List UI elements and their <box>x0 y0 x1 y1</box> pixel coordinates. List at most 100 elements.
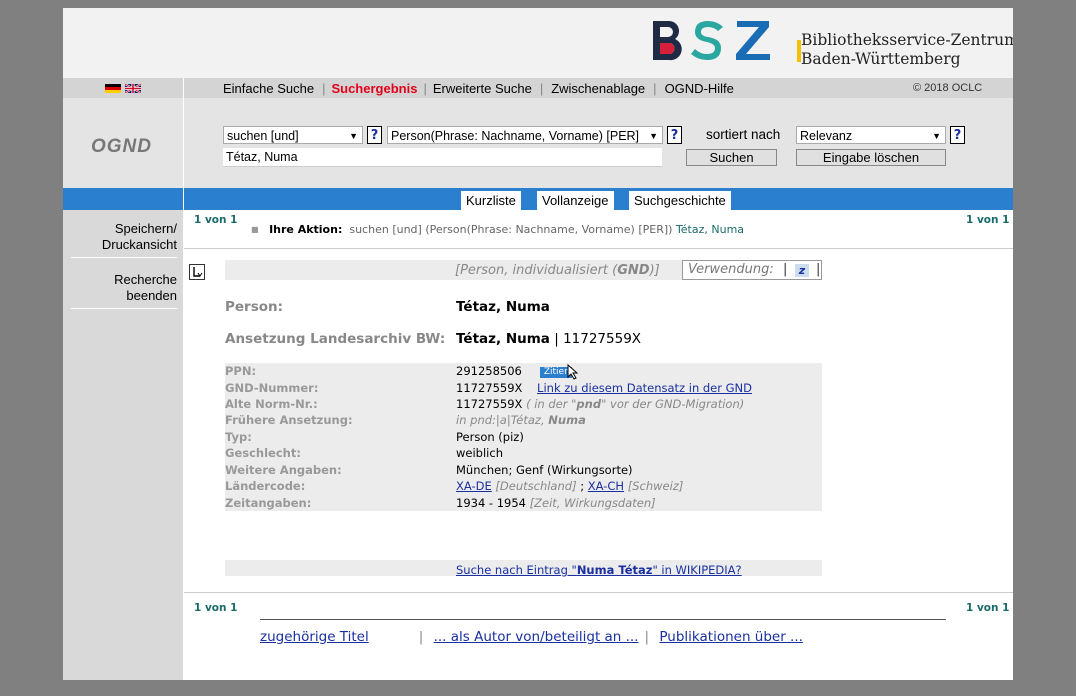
bsz-logo <box>653 21 801 62</box>
nav-erweiterte-suche[interactable]: Erweiterte Suche <box>427 81 540 96</box>
english-flag-icon[interactable] <box>125 84 141 93</box>
sort-select-value: Relevanz <box>800 129 853 143</box>
record-type: [Person, individualisiert (GND)] <box>455 263 660 278</box>
nav-einfache-suche[interactable]: Einfache Suche <box>184 81 322 96</box>
result-counter-bottom-right: 1 von 1 <box>966 602 1010 614</box>
country-code-separator: ; <box>580 479 585 493</box>
country-code-label: Ländercode: <box>225 479 306 493</box>
left-sidebar: Speichern/ Druckansicht Recherche beende… <box>63 210 184 680</box>
mouse-cursor-icon <box>567 364 579 380</box>
gnd-record-link[interactable]: Link zu diesem Datensatz in der GND <box>537 381 752 395</box>
country-code-value: XA-DE [Deutschland] ; XA-CH [Schweiz] <box>456 479 683 493</box>
as-author-link[interactable]: ... als Autor von/beteiligt an ... <box>434 629 639 645</box>
search-action-summary: ■ Ihre Aktion: suchen [und] (Person(Phra… <box>251 223 744 236</box>
type-label: Typ: <box>225 430 252 444</box>
further-info-value: München; Genf (Wirkungsorte) <box>456 463 633 477</box>
search-button[interactable]: Suchen <box>686 149 777 166</box>
related-titles-link[interactable]: zugehörige Titel <box>260 629 369 645</box>
end-link-line-1: Recherche <box>114 272 177 287</box>
index-help-button[interactable]: ? <box>667 126 682 144</box>
record-type-suffix: )] <box>649 263 660 278</box>
clear-input-button[interactable]: Eingabe löschen <box>796 149 946 166</box>
old-norm-number-value: 11727559X ( in der "pnd" vor der GND-Mig… <box>456 397 744 411</box>
operator-select[interactable]: suchen [und] ▼ <box>223 126 363 144</box>
action-term: Tétaz, Numa <box>675 223 745 236</box>
ansetzung-value: Tétaz, Numa | 11727559X <box>456 331 641 347</box>
divider <box>260 619 946 620</box>
ansetzung-label: Ansetzung Landesarchiv BW: <box>225 331 446 347</box>
chevron-down-icon: ▼ <box>349 131 358 141</box>
country-code-ch-link[interactable]: XA-CH <box>588 479 624 493</box>
wikipedia-link-name: Numa Tétaz <box>576 563 653 577</box>
publications-about-link[interactable]: Publikationen über ... <box>659 629 803 645</box>
old-norm-number-label: Alte Norm-Nr.: <box>225 397 318 411</box>
ppn-number: 291258506 <box>456 364 522 378</box>
bullet-icon: ■ <box>251 225 259 234</box>
divider <box>184 592 1013 593</box>
search-input[interactable] <box>223 148 662 167</box>
record-type-source: GND <box>617 263 650 278</box>
org-line-1: Bibliotheksservice-Zentrum <box>801 31 1013 49</box>
end-search-link[interactable]: Recherche beenden <box>114 272 177 304</box>
tab-vollanzeige[interactable]: Vollanzeige <box>537 191 614 210</box>
wikipedia-search-link[interactable]: Suche nach Eintrag "Numa Tétaz" in WIKIP… <box>456 563 742 577</box>
old-norm-note: ( in der "pnd" vor der GND-Migration) <box>526 397 744 411</box>
page-frame: Bibliotheksservice-Zentrum Baden-Württem… <box>63 8 1013 680</box>
link-separator: | <box>418 629 424 645</box>
nav-ognd-hilfe[interactable]: OGND-Hilfe <box>657 81 742 96</box>
result-counter-bottom-left: 1 von 1 <box>194 602 238 614</box>
nav-suchergebnis[interactable]: Suchergebnis <box>325 81 423 96</box>
gnd-number-label: GND-Nummer: <box>225 381 319 395</box>
nav-bar: Einfache Suche | Suchergebnis | Erweiter… <box>63 78 1013 98</box>
person-value: Tétaz, Numa <box>456 299 550 315</box>
usage-separator: | <box>816 262 821 277</box>
old-norm-note-source: pnd <box>576 397 602 411</box>
header: Bibliotheksservice-Zentrum Baden-Württem… <box>63 8 1013 78</box>
german-flag-icon[interactable] <box>105 84 121 93</box>
save-link-line-2: Druckansicht <box>101 237 177 252</box>
country-code-de-link[interactable]: XA-DE <box>456 479 492 493</box>
sidebar-divider <box>71 308 177 309</box>
result-counter-top-left: 1 von 1 <box>194 214 238 226</box>
main-navigation: Einfache Suche | Suchergebnis | Erweiter… <box>184 78 742 98</box>
nav-zwischenablage[interactable]: Zwischenablage <box>543 81 653 96</box>
sort-help-button[interactable]: ? <box>950 126 965 144</box>
action-query: suchen [und] (Person(Phrase: Nachname, V… <box>349 223 673 236</box>
operator-select-value: suchen [und] <box>227 129 299 143</box>
sort-label: sortiert nach <box>706 127 781 142</box>
save-print-view-link[interactable]: Speichern/ Druckansicht <box>102 221 177 253</box>
org-line-2: Baden-Württemberg <box>801 50 961 68</box>
save-link-line-1: Speichern/ <box>114 221 177 236</box>
country-name-ch: [Schweiz] <box>627 479 684 493</box>
wikipedia-link-prefix: Suche nach Eintrag " <box>456 563 577 577</box>
former-heading-value: in pnd:|a|Tétaz, Numa <box>456 413 586 427</box>
bookmark-icon[interactable] <box>189 264 205 280</box>
usage-badge: z <box>795 264 809 277</box>
operator-help-button[interactable]: ? <box>367 126 382 144</box>
old-norm-number: 11727559X <box>456 397 523 411</box>
usage-field: Verwendung: | z | <box>682 260 822 280</box>
tab-bar-left-panel <box>63 188 184 210</box>
gnd-number-value: 11727559X Link zu diesem Datensatz in de… <box>456 381 752 395</box>
database-label: OGND <box>91 136 152 157</box>
view-tab-bar: Kurzliste Vollanzeige Suchgeschichte <box>63 188 1013 210</box>
ansetzung-name: Tétaz, Numa <box>456 331 550 347</box>
former-heading-label: Frühere Ansetzung: <box>225 413 353 427</box>
person-label: Person: <box>225 299 284 315</box>
gender-value: weiblich <box>456 446 503 460</box>
usage-separator: | <box>783 262 788 277</box>
gender-label: Geschlecht: <box>225 446 301 460</box>
time-data-label: Zeitangaben: <box>225 496 312 510</box>
database-label-panel: OGND <box>63 98 184 188</box>
end-link-line-2: beenden <box>126 288 177 303</box>
index-select[interactable]: Person(Phrase: Nachname, Vorname) [PER] … <box>387 126 663 144</box>
tab-suchgeschichte[interactable]: Suchgeschichte <box>629 191 731 210</box>
sidebar-divider <box>71 257 177 258</box>
tab-kurzliste[interactable]: Kurzliste <box>461 191 521 210</box>
time-range: 1934 - 1954 <box>456 496 526 510</box>
index-select-value: Person(Phrase: Nachname, Vorname) [PER] <box>391 129 640 143</box>
old-norm-note-end: " vor der GND-Migration) <box>601 397 745 411</box>
sort-select[interactable]: Relevanz ▼ <box>796 126 946 144</box>
search-area: OGND suchen [und] ▼ ? Person(Phrase: Nac… <box>63 98 1013 188</box>
related-links: zugehörige Titel | ... als Autor von/bete… <box>260 629 803 645</box>
